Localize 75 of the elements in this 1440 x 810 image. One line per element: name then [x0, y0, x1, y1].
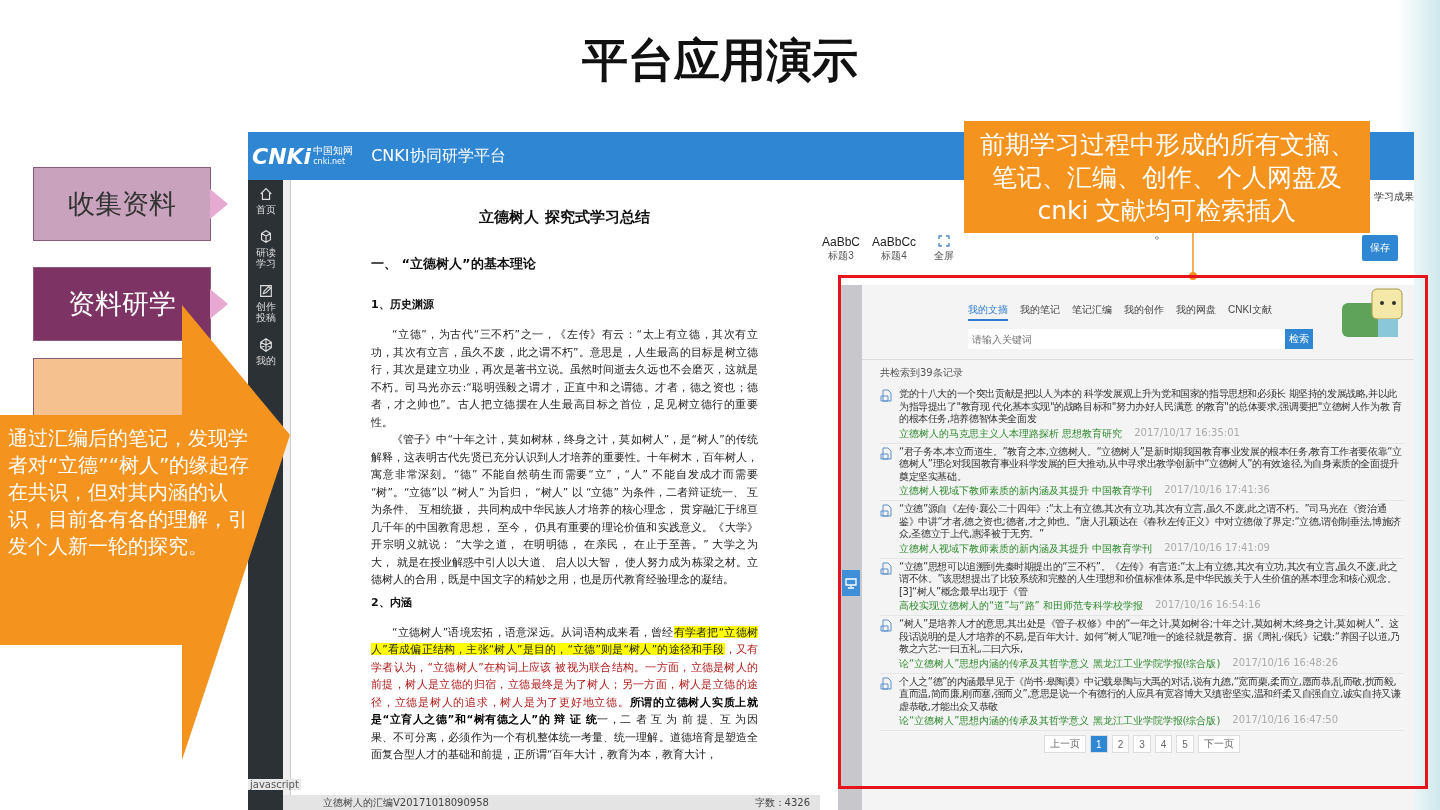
- style-preset[interactable]: AaBbC 标题3: [820, 235, 863, 263]
- step-box: 收集资料: [33, 167, 211, 241]
- result-source[interactable]: 立德树人视域下教师素质的新内涵及其提升 中国教育学刊: [899, 484, 1153, 498]
- result-time: 2017/10/16 16:48:26: [1232, 656, 1339, 670]
- result-excerpt[interactable]: “立德”思想可以追溯到先秦时期提出的“三不朽”。《左传》有言道:“太上有立德,其次有立功,其次有立言,虽久不废,此之谓不休。”该思想提出了比较系统和完整的人生理想和价值标准体系,是中华民族关于人生价值的基本理念和核心观念。[3]“树人”概念最早出现于《管: [899, 560, 1404, 598]
- result-time: 2017/10/16 16:47:50: [1232, 714, 1339, 727]
- document-icon: [880, 446, 893, 460]
- fullscreen-button[interactable]: 全屏: [934, 235, 955, 263]
- result-time: 2017/10/17 16:35:01: [1134, 426, 1240, 440]
- word-count: 字数：4326: [754, 795, 810, 810]
- cube-icon: [257, 337, 274, 353]
- fullscreen-icon: [938, 235, 951, 247]
- panel-tab[interactable]: 笔记汇编: [1072, 303, 1112, 321]
- document-icon: [880, 504, 893, 517]
- search-field[interactable]: 请输入关键词: [968, 329, 1285, 349]
- pointer-icon: [210, 289, 228, 319]
- result-source[interactable]: 立德树人的马克思主义人本理路探析 思想教育研究: [899, 426, 1123, 441]
- result-count: 共检索到39条记录: [880, 366, 964, 380]
- result-excerpt[interactable]: “君子务本,本立而道生。”教育之本,立德树人。“立德树人”是新时期我国教育事业发展的根本任务,教育工作者要依靠“立德树人”理论对我国教育事业科学发展的巨大推动,从中寻求出教学创新中“立德树人”的有效途径,为自身素质的全面提升奠定坚实基础。: [899, 445, 1404, 483]
- document-icon: [880, 561, 893, 575]
- result-excerpt[interactable]: 党的十八大的一个突出贡献是把以人为本的 科学发展观上升为党和国家的指导思想和必须长 期坚持的发展战略,并以此为指导提出了"教育现 代化基本实现"的战略目标和"努力办好人民满意 的教育"的总体要求,强调要把"立德树人作为教 育的根本任务,培养德智体美全面发: [899, 388, 1404, 426]
- pointer-icon: [210, 189, 228, 219]
- result-excerpt[interactable]: 个人之“德”的内涵最早见于《尚书·皋陶谟》中记载皋陶与大禹的对话,说有九德,“宽而栗,柔而立,愿而恭,乱而敬,扰而毅,直而温,简而廉,刚而塞,强而义”,意思是说一个有德行的人应具有宽容博大又缜密坚实,温和纤柔又自强自立,诚实自持又谦虚恭敬,才能出众又恭敬: [899, 675, 1404, 713]
- result-time: 2017/10/16 17:41:36: [1164, 484, 1270, 497]
- search-button[interactable]: 检索: [1285, 329, 1313, 349]
- monitor-icon[interactable]: [842, 570, 860, 596]
- panel-tab[interactable]: 我的笔记: [1020, 303, 1060, 321]
- page-button[interactable]: 下一页: [1197, 735, 1240, 753]
- panel-tab[interactable]: 我的创作: [1124, 303, 1164, 321]
- style-preset[interactable]: AaBbCc 标题4: [870, 235, 919, 263]
- document-title: 立德树人 探究式学习总结: [478, 208, 651, 227]
- subsection-heading: 1、历史渊源: [371, 297, 435, 312]
- home-icon: [257, 186, 274, 202]
- logo-url: cnki.net: [313, 156, 347, 167]
- document-name: 立德树人的汇编V20171018090958: [323, 795, 489, 810]
- logo: CNKi: [252, 143, 312, 169]
- callout-text: 通过汇编后的笔记，发现学者对“立德”“树人”的缘起存在共识，但对其内涵的认识，目前各有各的理解，引发个人新一轮的探究。: [8, 425, 251, 560]
- slide-title: 平台应用演示: [581, 32, 859, 89]
- panel-tab[interactable]: 我的文摘: [968, 303, 1008, 321]
- results-tab[interactable]: 学习成果: [1374, 190, 1414, 204]
- logo-text: 中国知网: [313, 145, 354, 156]
- document-paragraph: 《管子》中“十年之计，莫如树林，终身之计，莫如树人”，是“树人”的传统解释，这表明古代先贤已充分认识到人才培养的重要性。十年树木，百年树人，寓意非常深刻。“德” 不能自然萌生而需要“立”，“人” 不能自发成才而需要 “树”。“立德”以 “树人” 为旨归， “树人” 以 “立德” 为条件，二者辩证统一、 互为条件、 互相统摄， 共同构成中华民族人才培养的核心理念， 贯穿融汇于绵亘几千年的中国教育思想， 至今， 仍具有重要的理论价值和实践意义。《大学》开宗明义就说： “大学之道， 在明明德， 在亲民， 在止于至善。” 大学之为大， 就是在授业解惑中引人以大道、 启人以大智， 使人努力成为栋梁之材。立德树人的合用，既是中国文字的精妙之用，也是历代教育经验理念的凝结。: [371, 432, 758, 587]
- page-button[interactable]: 3: [1133, 735, 1151, 753]
- sidebar-item[interactable]: 创作投稿: [255, 301, 276, 323]
- subsection-heading: 2、内涵: [371, 594, 413, 610]
- document-icon: [880, 619, 893, 632]
- result-time: 2017/10/16 16:54:16: [1154, 599, 1261, 612]
- result-source[interactable]: 论“立德树人”思想内涵的传承及其哲学意义 黑龙江工业学院学报(综合版): [899, 714, 1221, 728]
- page-button[interactable]: 上一页: [1044, 735, 1087, 753]
- panel-tab[interactable]: CNKI文献: [1228, 303, 1272, 321]
- result-source[interactable]: 高校实现立德树人的“道”与“路” 和田师范专科学校学报: [899, 599, 1143, 613]
- top-callout: 前期学习过程中形成的所有文摘、笔记、汇编、创作、个人网盘及 cnki 文献均可检索插入: [964, 121, 1370, 233]
- result-source[interactable]: 论“立德树人”思想内涵的传承及其哲学意义 黑龙江工业学院学报(综合版): [899, 656, 1221, 671]
- result-source[interactable]: 立德树人视域下教师素质的新内涵及其提升 中国教育学刊: [899, 541, 1153, 556]
- result-excerpt[interactable]: “树人”是培养人才的意思,其出处是《管子·权修》中的“一年之计,莫如树谷;十年之计,莫如树木;终身之计,莫如树人”。这段话说明的是人才培养的不易,是百年大计。如何“树人”呢?唯一的途径就是教育。据《周礼·保氏》记载:“养国子以道,乃教之六艺:一曰五礼,二曰六乐,: [899, 618, 1404, 656]
- status-tooltip: javascript: [248, 779, 301, 790]
- document-paragraph: “立德树人”语境宏拓，语意深远。从词语构成来看，曾经有学者把“立德树人”看成偏正结构，主张“树人”是目的，“立德”则是“树人”的途径和手段，又有学者认为，“立德树人”在构词上应该 被视为联合结构。一方面，立德是树人的前提，树人是立德的归宿，立德最终是为了树人；另一方面，树人是立德的途径，立德是树人的追求，树人是为了更好地立德。所谓的立德树人实质上就是“立育人之德”和“树有德之人”的 辩 证 统一，二 者 互 为 前 提、互 为因果、不可分离，必须作为一个有机整体统一考量、统一理解。道德培育是塑造全面复合型人才的基础和前提，正所谓“百年大计，教育为本，教育大计，: [371, 624, 758, 762]
- edit-icon: [257, 283, 274, 299]
- sidebar-item[interactable]: 首页: [255, 204, 276, 215]
- save-button[interactable]: 保存: [1362, 235, 1398, 261]
- panel-tab[interactable]: 我的网盘: [1176, 303, 1216, 321]
- step-box: 资料研学: [33, 267, 211, 341]
- page-button[interactable]: 4: [1154, 735, 1173, 753]
- sidebar-item[interactable]: 研读学习: [255, 247, 276, 269]
- page-button[interactable]: 2: [1111, 735, 1130, 753]
- result-time: 2017/10/16 17:41:09: [1164, 541, 1270, 555]
- document-icon: [880, 389, 893, 402]
- section-heading: 一、 “立德树人”的基本理论: [371, 255, 537, 273]
- sidebar-item[interactable]: 我的: [255, 355, 276, 366]
- page-button[interactable]: 1: [1090, 735, 1108, 753]
- app-title: CNKI协同研学平台: [371, 145, 506, 167]
- document-icon: [880, 676, 893, 690]
- page-button[interactable]: 5: [1176, 735, 1194, 753]
- document-paragraph: “立德”，为古代“三不朽”之一，《左传》有云：“太上有立德，其次有立功，其次有立言，虽久不废，此之谓不朽”。意思是，人生最高的目标是树立德行，其次是建立功业，再次是著书立说。虽然时间逝去久远也不会磨灭，这就是不朽。司马光亦云:“聪明强毅之谓才，正直中和之谓德。才者，德之资也；德者，才之帅也”。古人把立德摆在人生最高目标之首位，足见树立德行的重要性。: [371, 327, 758, 430]
- result-excerpt[interactable]: “立德”源自《左传·襄公二十四年》:“太上有立德,其次有立功,其次有立言,虽久不废,此之谓不朽。”司马光在《资治通鉴》中讲“才者,德之资也;德者,才之帅也。”唐人孔颖达在《春秋左传正义》中对立德做了界定:“立德,谓创制垂法,博施济众,圣德立于上代,惠泽被于无穷。”: [899, 503, 1404, 541]
